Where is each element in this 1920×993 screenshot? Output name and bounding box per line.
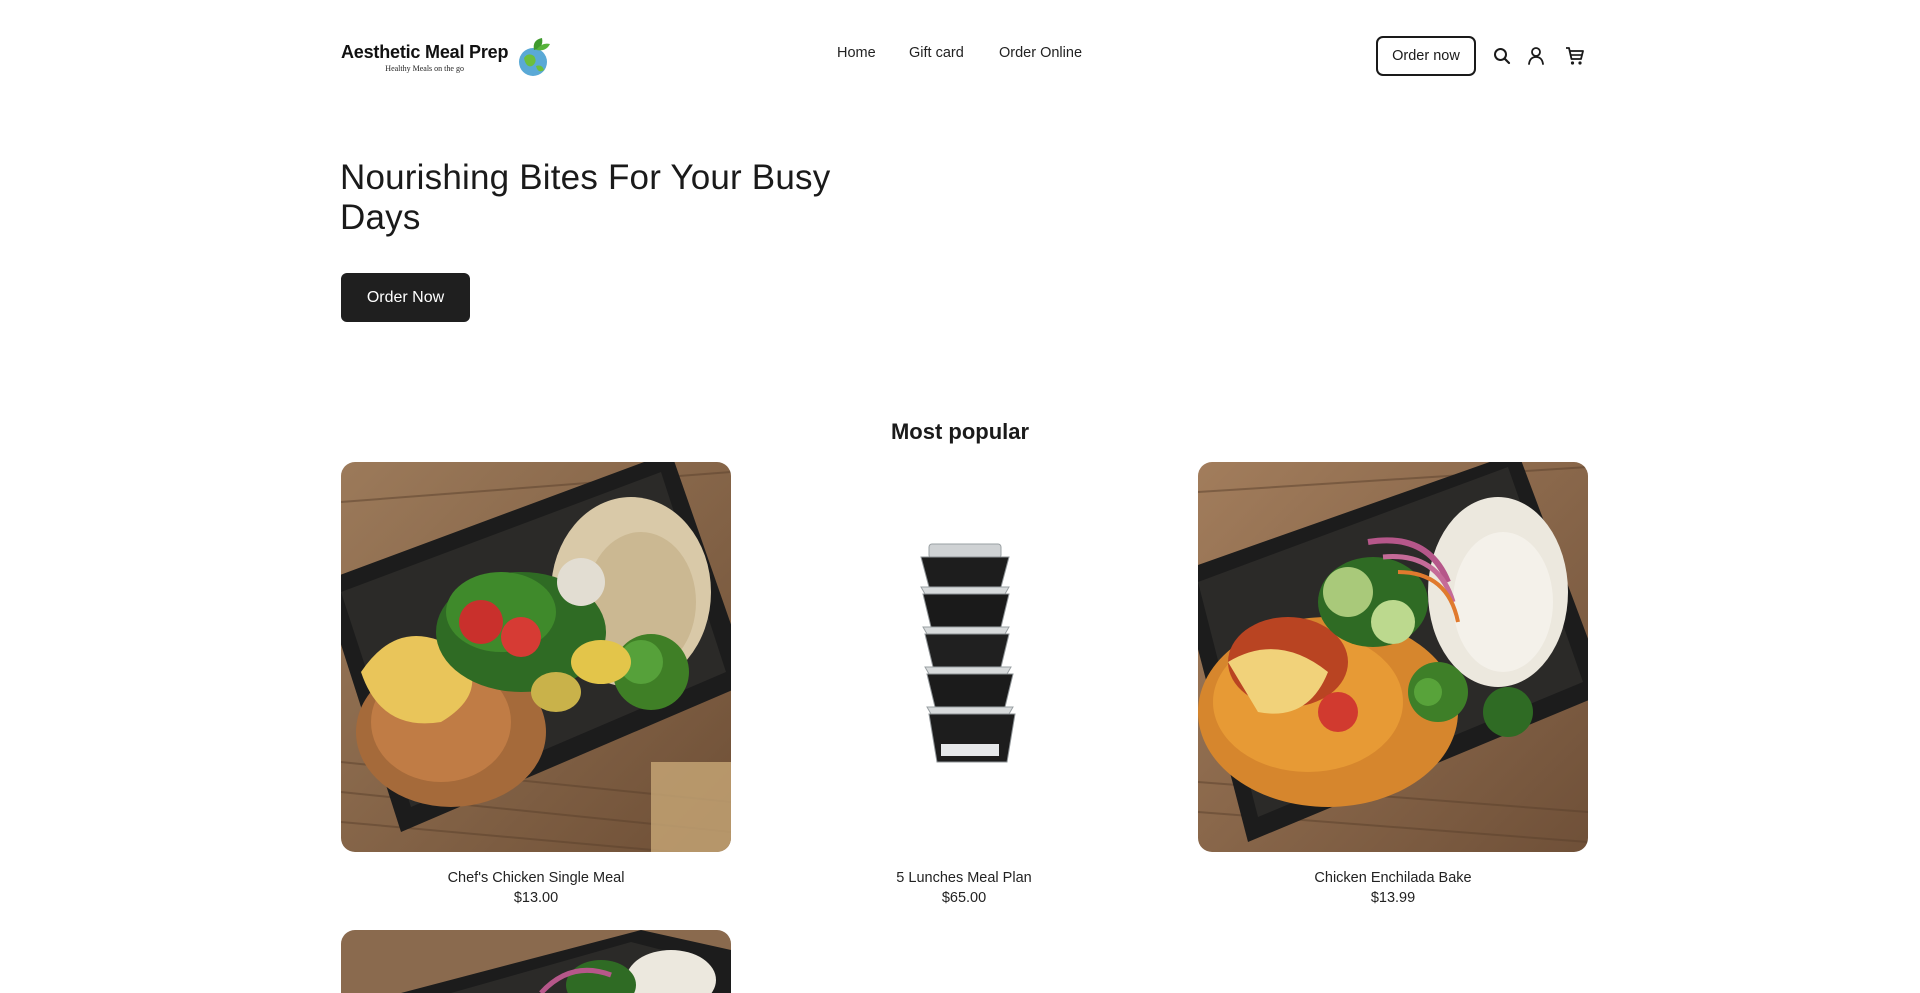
product-card-chicken-enchilada[interactable]: Chicken Enchilada Bake $13.99 [1198, 462, 1588, 906]
most-popular-heading: Most popular [890, 419, 1030, 444]
product-image-chefs-chicken[interactable] [341, 462, 731, 852]
hero-order-now-button[interactable]: Order Now [341, 273, 470, 322]
product-price: $65.00 [941, 890, 987, 906]
product-card-chefs-chicken[interactable]: Chef's Chicken Single Meal $13.00 [341, 462, 731, 906]
product-name[interactable]: Chicken Enchilada Bake [1198, 870, 1588, 886]
order-now-header-button[interactable]: Order now [1376, 36, 1476, 76]
account-icon[interactable] [1524, 44, 1548, 68]
search-icon[interactable] [1490, 44, 1514, 68]
product-image-5-lunches[interactable] [769, 462, 1159, 852]
site-header: Aesthetic Meal Prep Healthy Meals on the… [0, 0, 1920, 110]
nav-home[interactable]: Home [837, 45, 876, 61]
product-card-5-lunches[interactable]: 5 Lunches Meal Plan $65.00 [769, 462, 1159, 906]
product-price: $13.00 [513, 890, 559, 906]
cart-icon[interactable] [1563, 44, 1587, 68]
product-card-partial[interactable] [341, 930, 731, 993]
page: Aesthetic Meal Prep Healthy Meals on the… [0, 0, 1920, 993]
product-image-partial[interactable] [341, 930, 731, 993]
nav-order-online[interactable]: Order Online [999, 45, 1082, 61]
product-name[interactable]: 5 Lunches Meal Plan [769, 870, 1159, 886]
product-price: $13.99 [1370, 890, 1416, 906]
main-nav: Home Gift card Order Online [0, 45, 1920, 67]
product-name[interactable]: Chef's Chicken Single Meal [341, 870, 731, 886]
product-image-chicken-enchilada[interactable] [1198, 462, 1588, 852]
hero-title: Nourishing Bites For Your Busy Days [340, 158, 831, 237]
nav-gift-card[interactable]: Gift card [909, 45, 964, 61]
